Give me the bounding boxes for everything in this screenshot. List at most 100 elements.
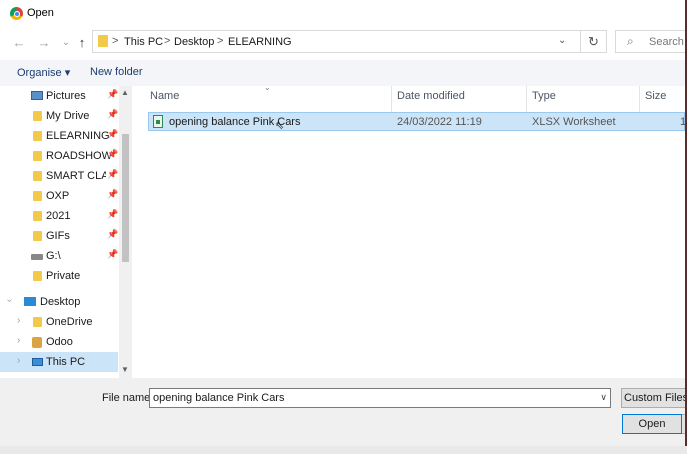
breadcrumb-elearning[interactable]: ELEARNING — [228, 36, 292, 48]
folder-icon — [33, 171, 42, 181]
sidebar-item-label: SMART CLASS — [46, 170, 106, 182]
expand-chevron-icon[interactable]: › — [17, 335, 20, 346]
folder-icon — [33, 271, 42, 281]
sidebar-item-private[interactable]: Private — [0, 266, 118, 286]
search-icon: ⌕ — [627, 34, 634, 48]
dialog-title: Open — [27, 7, 54, 19]
sidebar-item-label: G:\ — [46, 250, 61, 262]
sidebar-item-label: ELEARNING — [46, 130, 110, 142]
sidebar-item-elearning[interactable]: ELEARNING 📌 — [0, 126, 118, 146]
search-placeholder: Search El — [649, 36, 686, 48]
address-dropdown-icon[interactable]: ⌄ — [558, 35, 566, 46]
pin-icon: 📌 — [107, 129, 119, 139]
sidebar-item-label: Desktop — [40, 296, 81, 308]
sidebar-item-roadshow[interactable]: ROADSHOW 📌 — [0, 146, 118, 166]
file-row[interactable]: opening balance Pink Cars ⇖ 24/03/2022 1… — [148, 112, 685, 132]
file-date-modified: 24/03/2022 11:19 — [397, 116, 482, 128]
usb-drive-icon — [31, 254, 43, 260]
file-name-value: opening balance Pink Cars — [153, 392, 285, 404]
expand-chevron-icon[interactable]: › — [17, 315, 20, 326]
search-input[interactable]: ⌕ Search El — [615, 30, 687, 53]
forward-icon[interactable]: → — [35, 34, 53, 52]
pictures-icon — [31, 91, 43, 100]
open-button[interactable]: Open — [622, 414, 682, 434]
file-name-input[interactable]: opening balance Pink Cars ∨ — [149, 388, 611, 408]
column-header-name[interactable]: Name — [150, 90, 179, 112]
expand-chevron-icon[interactable]: › — [17, 355, 20, 366]
address-bar[interactable]: > This PC > Desktop > ELEARNING ⌄ — [92, 30, 581, 53]
organise-button[interactable]: Organise ▾ — [17, 66, 70, 79]
file-type-value: Custom Files — [624, 392, 687, 404]
sidebar-item-this-pc[interactable]: › This PC — [0, 352, 118, 372]
up-folder-icon[interactable]: ↑ — [73, 34, 91, 52]
pin-icon: 📌 — [107, 109, 119, 119]
user-folder-icon — [32, 337, 42, 348]
file-type: XLSX Worksheet — [532, 116, 616, 128]
mouse-cursor-icon: ⇖ — [275, 120, 285, 132]
sidebar-item-pictures[interactable]: Pictures 📌 — [0, 86, 118, 106]
scroll-thumb[interactable] — [122, 134, 129, 262]
desktop-icon — [24, 297, 36, 306]
sidebar-item-label: Private — [46, 270, 81, 282]
sidebar-item-2021[interactable]: 2021 📌 — [0, 206, 118, 226]
folder-icon — [33, 211, 42, 221]
title-bar: Open — [0, 0, 685, 28]
sort-chevron-icon: ⌄ — [264, 86, 271, 92]
sidebar-item-label: 2021 — [46, 210, 71, 222]
folder-icon — [33, 151, 42, 161]
breadcrumb-separator: > — [217, 35, 224, 47]
sidebar-scrollbar[interactable]: ▲ ▼ — [119, 86, 132, 378]
column-header-type[interactable]: Type — [532, 90, 556, 112]
pin-icon: 📌 — [107, 229, 119, 239]
open-dialog: Open ← → ⌄ ↑ > This PC > Desktop > ELEAR… — [0, 0, 687, 446]
file-list: Name ⌄ Date modified Type Size opening b… — [138, 86, 685, 378]
folder-icon — [33, 111, 42, 121]
sidebar-item-odoo[interactable]: › Odoo — [0, 332, 118, 352]
navigation-pane: Pictures 📌 My Drive 📌 ELEARNING 📌 ROADSH… — [0, 86, 132, 378]
sidebar-item-label: OXP — [46, 190, 70, 202]
pin-icon: 📌 — [107, 189, 119, 199]
folder-icon — [33, 131, 42, 141]
breadcrumb-separator: > — [164, 35, 171, 47]
dialog-footer: File name: opening balance Pink Cars ∨ C… — [0, 378, 687, 446]
column-header-date-modified[interactable]: Date modified — [397, 90, 465, 112]
column-divider[interactable] — [391, 86, 392, 112]
sidebar-item-label: Pictures — [46, 90, 86, 102]
column-divider[interactable] — [639, 86, 640, 112]
back-icon[interactable]: ← — [10, 34, 28, 52]
folder-icon — [33, 317, 42, 327]
folder-icon — [33, 191, 42, 201]
new-folder-button[interactable]: New folder — [90, 66, 143, 78]
scroll-down-icon[interactable]: ▼ — [121, 365, 129, 374]
sidebar-item-oxp[interactable]: OXP 📌 — [0, 186, 118, 206]
sidebar-item-desktop[interactable]: › Desktop — [0, 292, 118, 312]
refresh-icon[interactable]: ↻ — [581, 30, 607, 53]
column-header-size[interactable]: Size — [645, 90, 666, 112]
column-divider[interactable] — [526, 86, 527, 112]
file-type-select[interactable]: Custom Files — [621, 388, 687, 408]
sidebar-item-gifs[interactable]: GIFs 📌 — [0, 226, 118, 246]
folder-icon — [33, 231, 42, 241]
scroll-up-icon[interactable]: ▲ — [121, 88, 129, 97]
command-bar: Organise ▾ New folder — [0, 60, 685, 86]
breadcrumb-desktop[interactable]: Desktop — [174, 36, 214, 48]
expand-chevron-icon[interactable]: › — [4, 299, 15, 302]
sidebar-item-my-drive[interactable]: My Drive 📌 — [0, 106, 118, 126]
sidebar-item-g-drive[interactable]: G:\ 📌 — [0, 246, 118, 266]
sidebar-item-smart-class[interactable]: SMART CLASS 📌 — [0, 166, 118, 186]
sidebar-item-label: GIFs — [46, 230, 70, 242]
sidebar-item-label: My Drive — [46, 110, 90, 122]
breadcrumb-this-pc[interactable]: This PC — [124, 36, 163, 48]
pin-icon: 📌 — [107, 209, 119, 219]
pin-icon: 📌 — [107, 149, 119, 159]
sidebar-item-label: ROADSHOW — [46, 150, 112, 162]
computer-icon — [32, 358, 43, 366]
pin-icon: 📌 — [107, 89, 119, 99]
sidebar-item-label: OneDrive — [46, 316, 93, 328]
excel-file-icon — [153, 115, 163, 128]
pin-icon: 📌 — [107, 249, 119, 259]
sidebar-item-label: Odoo — [46, 336, 73, 348]
sidebar-item-onedrive[interactable]: › OneDrive — [0, 312, 118, 332]
chrome-icon — [10, 7, 23, 20]
chevron-down-icon[interactable]: ∨ — [600, 392, 607, 403]
